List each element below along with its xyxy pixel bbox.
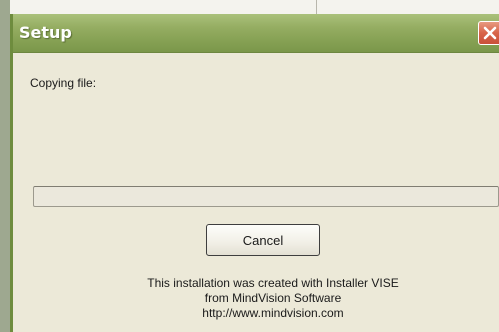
setup-dialog: Setup Copying file: Cancel This installa… <box>10 14 499 332</box>
credits-line-1: This installation was created with Insta… <box>147 276 399 290</box>
window-title: Setup <box>19 23 72 42</box>
copying-file-label: Copying file: <box>30 76 97 90</box>
background-desktop-strip <box>0 0 10 332</box>
installer-credits: This installation was created with Insta… <box>83 276 463 321</box>
background-divider <box>316 0 317 14</box>
credits-line-2: from MindVision Software <box>204 291 342 305</box>
background-window-edge <box>0 0 499 14</box>
cancel-button[interactable]: Cancel <box>206 224 320 256</box>
progress-bar <box>33 186 499 207</box>
title-bar[interactable]: Setup <box>13 14 499 53</box>
credits-url: http://www.mindvision.com <box>202 306 344 320</box>
close-icon <box>483 26 497 40</box>
close-button[interactable] <box>478 21 499 45</box>
